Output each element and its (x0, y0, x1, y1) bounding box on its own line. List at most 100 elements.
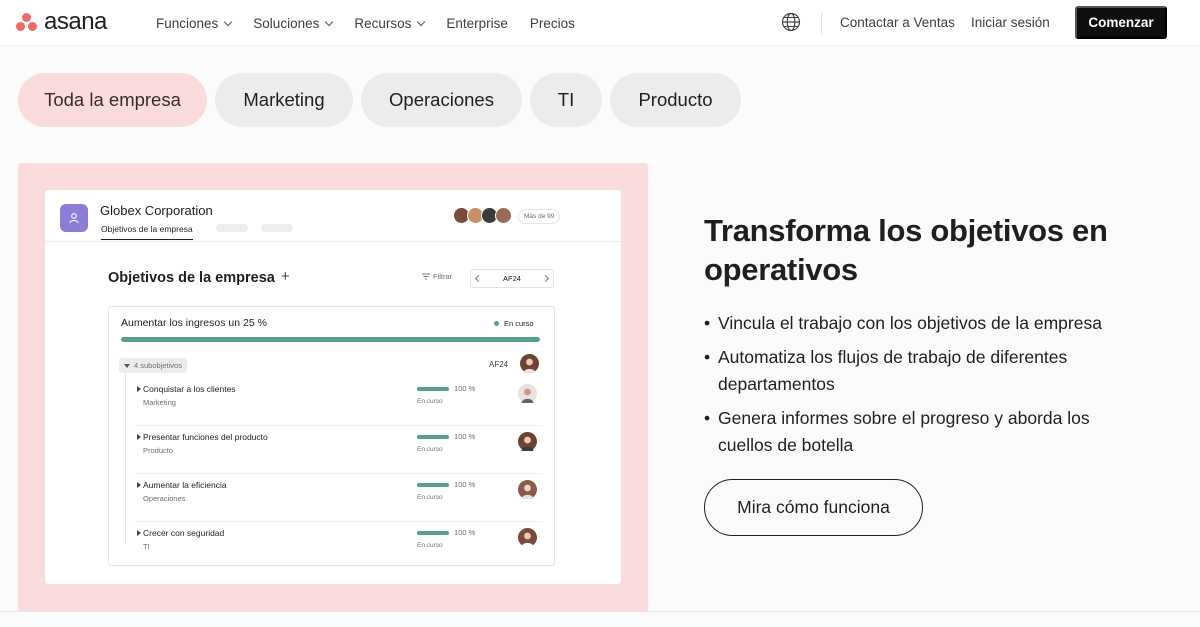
period-selector[interactable]: AF24 (470, 269, 554, 288)
menu-item-soluciones[interactable]: Soluciones (253, 15, 334, 31)
tab-operaciones[interactable]: Operaciones (361, 73, 522, 127)
department-tabs: Toda la empresa Marketing Operaciones TI… (18, 73, 741, 127)
more-members-badge: Más de 99 (518, 209, 561, 224)
goal-name: Aumentar los ingresos un 25 % (121, 317, 267, 329)
placeholder-tab (261, 224, 293, 232)
subgoal-team: Operaciones (143, 494, 186, 503)
menu-item-funciones[interactable]: Funciones (156, 15, 233, 31)
section-divider (0, 611, 1200, 612)
subgoal-team: Marketing (143, 398, 176, 407)
subgoal-team: TI (143, 542, 150, 551)
menu-label: Recursos (354, 15, 412, 31)
chevron-down-icon (325, 17, 334, 26)
tab-company-goals[interactable]: Objetivos de la empresa (101, 224, 193, 240)
goal-owner-avatar (520, 354, 539, 373)
subgoal-status: En curso (417, 446, 443, 453)
menu-item-recursos[interactable]: Recursos (354, 15, 426, 31)
chevron-down-icon (417, 17, 426, 26)
login-link[interactable]: Iniciar sesión (971, 15, 1050, 30)
feature-item: Automatiza los flujos de trabajo de dife… (704, 344, 1144, 398)
asana-logo-icon (16, 12, 38, 32)
brand-name: asana (44, 8, 107, 35)
subgoal-title: Aumentar la eficiencia (143, 480, 227, 490)
nav-divider (821, 12, 822, 34)
tab-toda-la-empresa[interactable]: Toda la empresa (18, 73, 207, 127)
period-label: AF24 (503, 274, 521, 283)
goals-preview-panel: Globex Corporation Objetivos de la empre… (45, 190, 621, 584)
goals-heading: Objetivos de la empresa (108, 270, 275, 286)
menu-label: Funciones (156, 15, 219, 31)
menu-label: Soluciones (253, 15, 320, 31)
asana-logo[interactable]: asana (16, 8, 107, 35)
subgoal-team: Producto (143, 446, 174, 455)
watch-how-it-works-button[interactable]: Mira cómo funciona (704, 479, 923, 536)
panel-header: Globex Corporation Objetivos de la empre… (45, 190, 621, 242)
subgoal-title: Conquistar a los clientes (143, 384, 236, 394)
menu-label: Enterprise (446, 15, 508, 31)
chevron-down-icon (224, 17, 233, 26)
subgoal-progress-fill (417, 387, 449, 391)
subgoal-row[interactable]: Crecer con seguridad TI 100 % En curso (135, 522, 543, 570)
status-label: En curso (504, 319, 534, 328)
top-nav: asana Funciones Soluciones Recursos Ente… (0, 0, 1200, 46)
caret-right-icon[interactable] (137, 386, 141, 392)
subgoal-progress-bar (417, 387, 449, 391)
filter-label: Filtrar (433, 272, 453, 281)
tab-producto[interactable]: Producto (610, 73, 741, 127)
status-badge: En curso (494, 319, 534, 328)
goal-period: AF24 (489, 360, 509, 369)
member-avatars[interactable] (453, 207, 512, 224)
caret-right-icon[interactable] (137, 530, 141, 536)
menu-label: Precios (529, 15, 575, 31)
subgoal-percent: 100 % (454, 528, 476, 537)
subgoal-status: En curso (417, 398, 443, 405)
caret-right-icon[interactable] (137, 482, 141, 488)
subgoal-owner-avatar (518, 528, 537, 547)
subgoal-progress-bar (417, 531, 449, 535)
subgoal-progress-bar (417, 435, 449, 439)
subgoal-row[interactable]: Presentar funciones del producto Product… (135, 426, 543, 474)
subgoal-progress-bar (417, 483, 449, 487)
add-goal-icon[interactable]: + (281, 268, 290, 285)
filter-icon (422, 273, 430, 280)
chevron-left-icon[interactable] (474, 274, 483, 283)
feature-list: Vincula el trabajo con los objetivos de … (704, 310, 1144, 466)
subgoals-count: 4 subobjetivos (134, 361, 182, 370)
subgoal-percent: 100 % (454, 480, 476, 489)
globe-icon[interactable] (781, 12, 801, 32)
goal-progress-fill (121, 337, 540, 342)
subgoal-owner-avatar (518, 384, 537, 403)
menu-item-precios[interactable]: Precios (530, 16, 575, 31)
subgoal-row[interactable]: Conquistar a los clientes Marketing 100 … (135, 378, 543, 426)
subgoal-owner-avatar (518, 480, 537, 499)
subgoal-owner-avatar (518, 432, 537, 451)
tab-marketing[interactable]: Marketing (215, 73, 353, 127)
status-dot-icon (494, 321, 499, 326)
feature-item: Vincula el trabajo con los objetivos de … (704, 310, 1144, 337)
subgoal-progress-fill (417, 531, 449, 535)
subgoal-status: En curso (417, 494, 443, 501)
subgoal-percent: 100 % (454, 384, 476, 393)
caret-right-icon[interactable] (137, 434, 141, 440)
contact-sales-link[interactable]: Contactar a Ventas (840, 15, 955, 30)
goal-progress-bar (121, 337, 540, 342)
org-user-icon (60, 204, 88, 232)
subgoal-tree-line (125, 373, 126, 544)
chevron-right-icon[interactable] (541, 274, 550, 283)
main-menu: Funciones Soluciones Recursos Enterprise… (156, 0, 575, 46)
placeholder-tab (216, 224, 248, 232)
subgoal-progress-fill (417, 435, 449, 439)
tab-ti[interactable]: TI (530, 73, 602, 127)
hero-title: Transforma los objetivos en operativos (704, 213, 1108, 287)
menu-item-enterprise[interactable]: Enterprise (446, 16, 508, 31)
avatar (495, 207, 512, 224)
get-started-button[interactable]: Comenzar (1075, 6, 1167, 39)
filter-button[interactable]: Filtrar (422, 272, 452, 281)
subgoal-title: Presentar funciones del producto (143, 432, 268, 442)
subgoals-toggle[interactable]: 4 subobjetivos (119, 358, 187, 373)
subgoal-status: En curso (417, 542, 443, 549)
feature-item: Genera informes sobre el progreso y abor… (704, 405, 1144, 459)
caret-down-icon (124, 363, 130, 368)
subgoal-row[interactable]: Aumentar la eficiencia Operaciones 100 %… (135, 474, 543, 522)
goal-card[interactable]: Aumentar los ingresos un 25 % En curso 4… (108, 306, 555, 566)
